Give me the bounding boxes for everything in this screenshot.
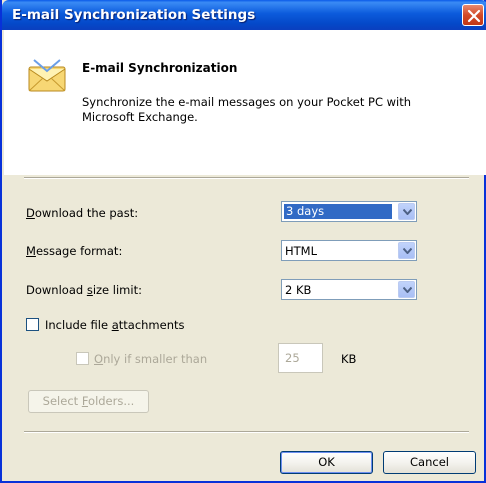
cancel-button[interactable]: Cancel bbox=[383, 451, 476, 474]
header-title: E-mail Synchronization bbox=[82, 61, 238, 75]
download-past-value: 3 days bbox=[284, 204, 392, 219]
close-button[interactable] bbox=[462, 4, 484, 26]
size-threshold-value: 25 bbox=[285, 351, 300, 365]
size-threshold-unit: KB bbox=[341, 352, 357, 366]
dropdown-button[interactable] bbox=[398, 281, 415, 298]
window-title: E-mail Synchronization Settings bbox=[12, 7, 256, 23]
select-folders-button[interactable]: Select Folders... bbox=[28, 390, 149, 413]
size-threshold-input[interactable]: 25 bbox=[278, 343, 323, 373]
size-limit-dropdown[interactable]: 2 KB bbox=[281, 279, 417, 300]
include-attachments-checkbox[interactable] bbox=[26, 318, 39, 331]
include-attachments-label[interactable]: Include file attachments bbox=[45, 318, 185, 332]
title-bar[interactable]: E-mail Synchronization Settings bbox=[2, 0, 486, 30]
dropdown-button[interactable] bbox=[398, 203, 415, 220]
footer-divider bbox=[24, 431, 469, 433]
size-limit-value: 2 KB bbox=[285, 283, 312, 297]
size-limit-label: Download size limit: bbox=[26, 283, 142, 297]
ok-button[interactable]: OK bbox=[280, 451, 373, 474]
only-if-smaller-checkbox[interactable] bbox=[76, 352, 89, 365]
message-format-value: HTML bbox=[285, 244, 318, 258]
chevron-down-icon bbox=[403, 287, 412, 293]
dialog-window: E-mail Synchronization Settings E-mail S… bbox=[0, 0, 486, 483]
download-past-label: Download the past: bbox=[26, 206, 139, 220]
chevron-down-icon bbox=[403, 209, 412, 215]
download-past-dropdown[interactable]: 3 days bbox=[281, 201, 417, 222]
envelope-icon bbox=[28, 59, 66, 92]
message-format-label: Message format: bbox=[26, 244, 123, 258]
chevron-down-icon bbox=[403, 248, 412, 254]
only-if-smaller-label: Only if smaller than bbox=[94, 352, 208, 366]
dropdown-button[interactable] bbox=[398, 242, 415, 259]
header-divider bbox=[24, 177, 469, 179]
close-icon bbox=[467, 9, 481, 23]
header-description: Synchronize the e-mail messages on your … bbox=[82, 95, 412, 124]
message-format-dropdown[interactable]: HTML bbox=[281, 240, 417, 261]
